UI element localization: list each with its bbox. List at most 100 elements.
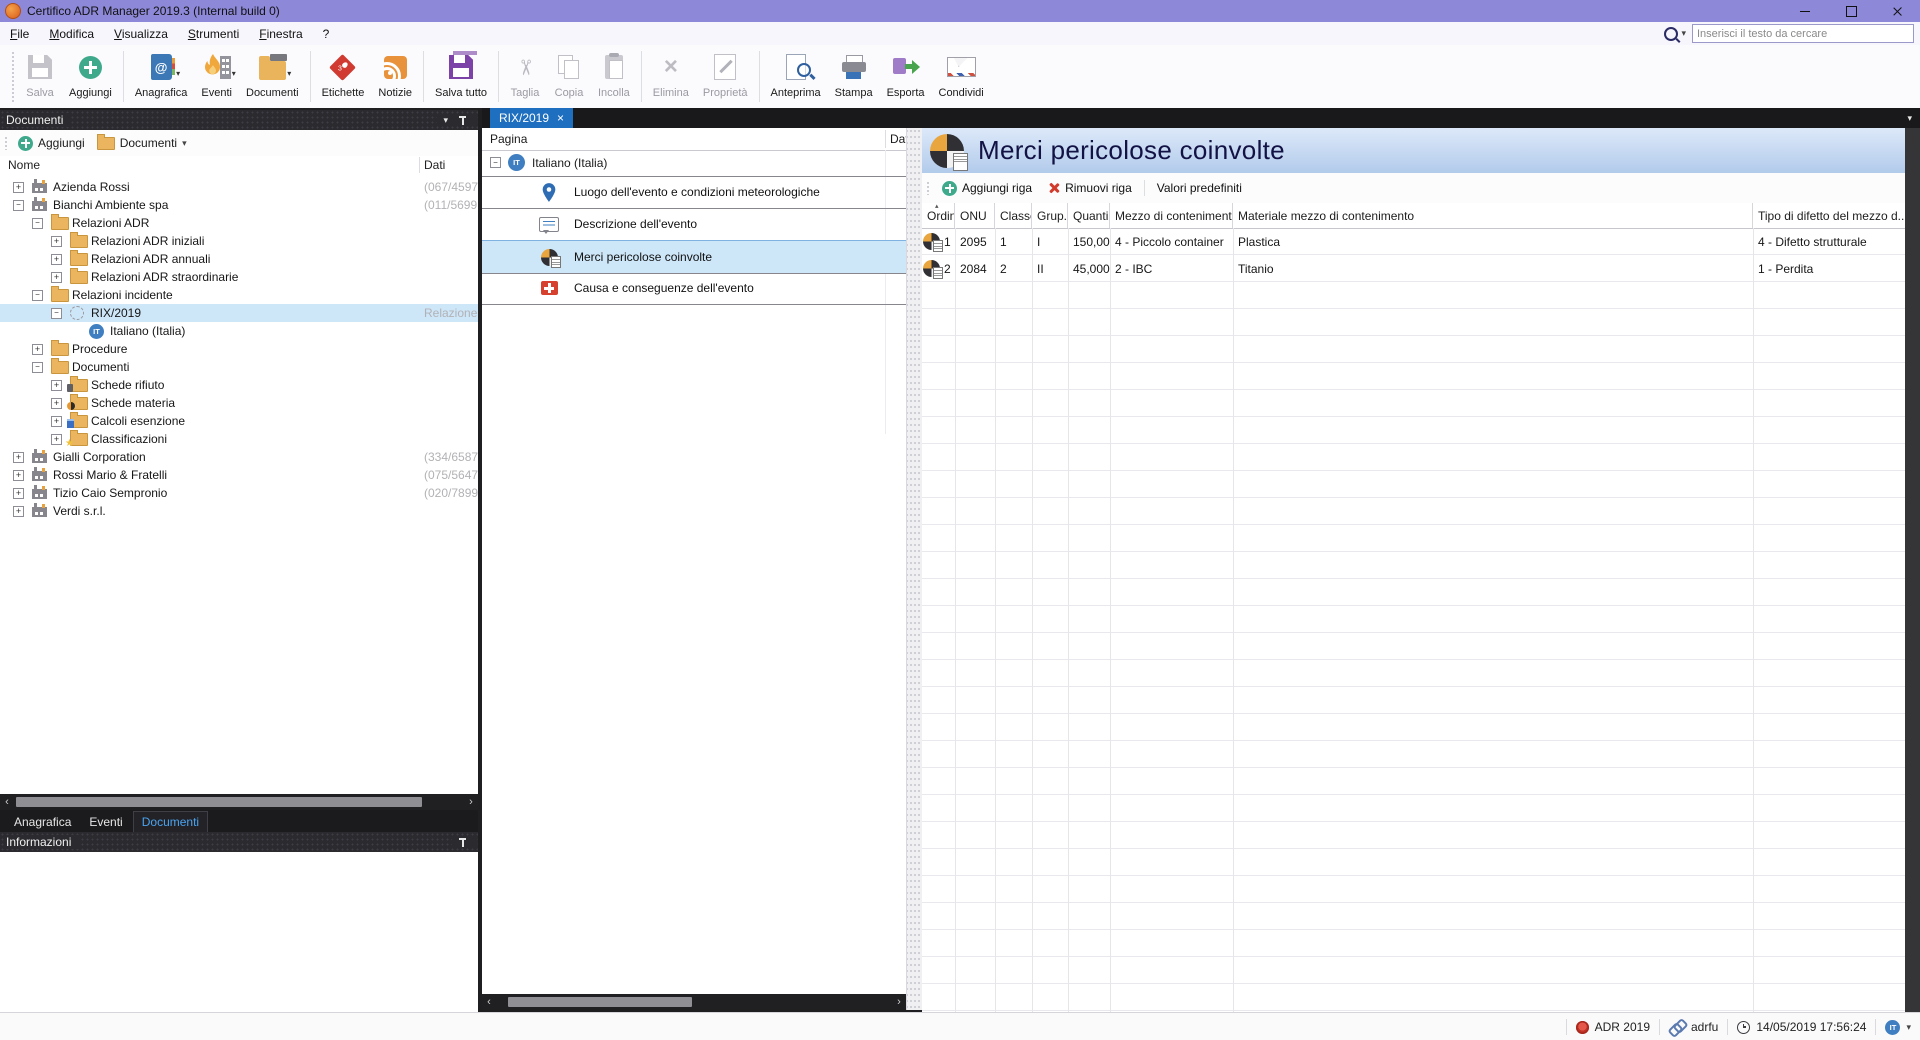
tree-item[interactable]: Relazioni incidente <box>0 286 478 304</box>
expander-icon[interactable] <box>32 362 43 373</box>
scrollbar-thumb[interactable] <box>16 797 422 807</box>
page-item[interactable]: Causa e conseguenze dell'evento <box>482 272 906 305</box>
tree-item[interactable]: Verdi s.r.l. <box>0 502 478 520</box>
toolbar-grip[interactable] <box>4 136 8 150</box>
pin-icon[interactable] <box>458 115 467 126</box>
scroll-left-icon[interactable] <box>0 794 14 810</box>
expander-icon[interactable] <box>51 254 62 265</box>
menu-visualizza[interactable]: Visualizza <box>104 25 178 43</box>
tree-item[interactable]: Relazioni ADR straordinarie <box>0 268 478 286</box>
tree-item[interactable]: Calcoli esenzione <box>0 412 478 430</box>
save-button[interactable]: Salva <box>18 45 62 108</box>
expander-icon[interactable] <box>13 182 24 193</box>
dropdown-caret-icon[interactable] <box>232 69 236 78</box>
delete-button[interactable]: Elimina <box>646 45 696 108</box>
page-item-selected[interactable]: Merci pericolose coinvolte <box>482 240 906 274</box>
expander-icon[interactable] <box>13 506 24 517</box>
col-classe[interactable]: Classe <box>995 203 1032 228</box>
dropdown-caret-icon[interactable] <box>287 69 291 78</box>
col-mezzo[interactable]: Mezzo di contenimento <box>1110 203 1233 228</box>
maximize-button[interactable] <box>1828 0 1874 22</box>
expander-icon[interactable] <box>51 416 62 427</box>
panel-menu-icon[interactable] <box>443 115 448 126</box>
scrollbar-thumb[interactable] <box>508 997 692 1007</box>
column-dati[interactable]: Dati <box>424 158 445 172</box>
col-tipo-difetto[interactable]: Tipo di difetto del mezzo d... <box>1753 203 1905 228</box>
page-item[interactable]: Descrizione dell'evento <box>482 208 906 241</box>
pin-icon[interactable] <box>458 837 467 848</box>
save-all-button[interactable]: Salva tutto <box>428 45 494 108</box>
tab-eventi[interactable]: Eventi <box>81 812 130 832</box>
tree-item[interactable]: Relazioni ADR iniziali <box>0 232 478 250</box>
expander-icon[interactable] <box>32 344 43 355</box>
expander-icon[interactable] <box>13 200 24 211</box>
table-row[interactable]: 1 2095 1 I 150,000 4 - Piccolo container… <box>922 228 1905 255</box>
tree-item[interactable]: Relazioni ADR <box>0 214 478 232</box>
document-tab[interactable]: RIX/2019 <box>490 108 573 128</box>
status-user[interactable]: adrfu <box>1660 1020 1727 1034</box>
tree-item[interactable]: Rossi Mario & Fratelli(075/5647 <box>0 466 478 484</box>
tree-item[interactable]: Procedure <box>0 340 478 358</box>
anagrafica-button[interactable]: Anagrafica <box>128 45 195 108</box>
panel-add-button[interactable]: Aggiungi <box>12 136 91 151</box>
tree-item[interactable]: Classificazioni <box>0 430 478 448</box>
middle-horizontal-scrollbar[interactable] <box>482 994 906 1010</box>
scroll-left-icon[interactable] <box>482 994 496 1010</box>
add-row-button[interactable]: Aggiungi riga <box>934 181 1040 196</box>
remove-row-button[interactable]: Rimuovi riga <box>1040 181 1140 195</box>
close-button[interactable] <box>1874 0 1920 22</box>
page-item[interactable]: Luogo dell'evento e condizioni meteorolo… <box>482 176 906 209</box>
documenti-button[interactable]: Documenti <box>239 45 306 108</box>
tree-item[interactable]: Documenti <box>0 358 478 376</box>
add-button[interactable]: Aggiungi <box>62 45 119 108</box>
scroll-right-icon[interactable] <box>892 994 906 1010</box>
menu-finestra[interactable]: Finestra <box>249 25 312 43</box>
tree-item[interactable]: Tizio Caio Sempronio(020/7899 <box>0 484 478 502</box>
tree-item-selected[interactable]: RIX/2019Relazione <box>0 304 478 322</box>
col-onu[interactable]: ONU <box>955 203 995 228</box>
toolbar-grip[interactable] <box>11 51 15 102</box>
paste-button[interactable]: Incolla <box>591 45 637 108</box>
tree-item[interactable]: Relazioni ADR annuali <box>0 250 478 268</box>
tree-item[interactable]: Schede materia <box>0 394 478 412</box>
column-nome[interactable]: Nome <box>8 158 40 172</box>
toolbar-grip[interactable] <box>926 181 930 195</box>
menu-help[interactable]: ? <box>313 25 340 43</box>
scroll-right-icon[interactable] <box>464 794 478 810</box>
expander-icon[interactable] <box>32 218 43 229</box>
copy-button[interactable]: Copia <box>547 45 591 108</box>
etichette-button[interactable]: Etichette <box>315 45 372 108</box>
default-values-button[interactable]: Valori predefiniti <box>1149 181 1250 195</box>
tab-list-chevron-icon[interactable] <box>1907 113 1920 124</box>
eventi-button[interactable]: Eventi <box>194 45 239 108</box>
expander-icon[interactable] <box>51 434 62 445</box>
expander-icon[interactable] <box>51 272 62 283</box>
print-button[interactable]: Stampa <box>828 45 880 108</box>
minimize-button[interactable] <box>1782 0 1828 22</box>
col-gruppo[interactable]: Grup... <box>1032 203 1068 228</box>
dropdown-caret-icon[interactable] <box>176 69 180 78</box>
col-ordine[interactable]: Ordine <box>922 203 955 228</box>
tree-item[interactable]: Azienda Rossi(067/4597 <box>0 178 478 196</box>
menu-strumenti[interactable]: Strumenti <box>178 25 249 43</box>
expander-icon[interactable] <box>51 308 62 319</box>
export-button[interactable]: Esporta <box>880 45 932 108</box>
preview-button[interactable]: Anteprima <box>764 45 828 108</box>
expander-icon[interactable] <box>13 488 24 499</box>
table-row[interactable]: 2 2084 2 II 45,000 2 - IBC Titanio 1 - P… <box>922 255 1905 282</box>
expander-icon[interactable] <box>13 452 24 463</box>
col-materiale[interactable]: Materiale mezzo di contenimento <box>1233 203 1753 228</box>
tree-item[interactable]: ITItaliano (Italia) <box>0 322 478 340</box>
search-icon-button[interactable] <box>1664 27 1686 41</box>
notizie-button[interactable]: Notizie <box>371 45 419 108</box>
expander-icon[interactable] <box>490 157 501 168</box>
share-button[interactable]: Condividi <box>932 45 991 108</box>
expander-icon[interactable] <box>13 470 24 481</box>
page-root-row[interactable]: IT Italiano (Italia) <box>482 150 906 177</box>
expander-icon[interactable] <box>32 290 43 301</box>
menu-modifica[interactable]: Modifica <box>39 25 104 43</box>
tab-documenti[interactable]: Documenti <box>133 811 208 832</box>
column-pagina[interactable]: Pagina <box>490 132 527 146</box>
expander-icon[interactable] <box>51 236 62 247</box>
cut-button[interactable]: Taglia <box>503 45 547 108</box>
